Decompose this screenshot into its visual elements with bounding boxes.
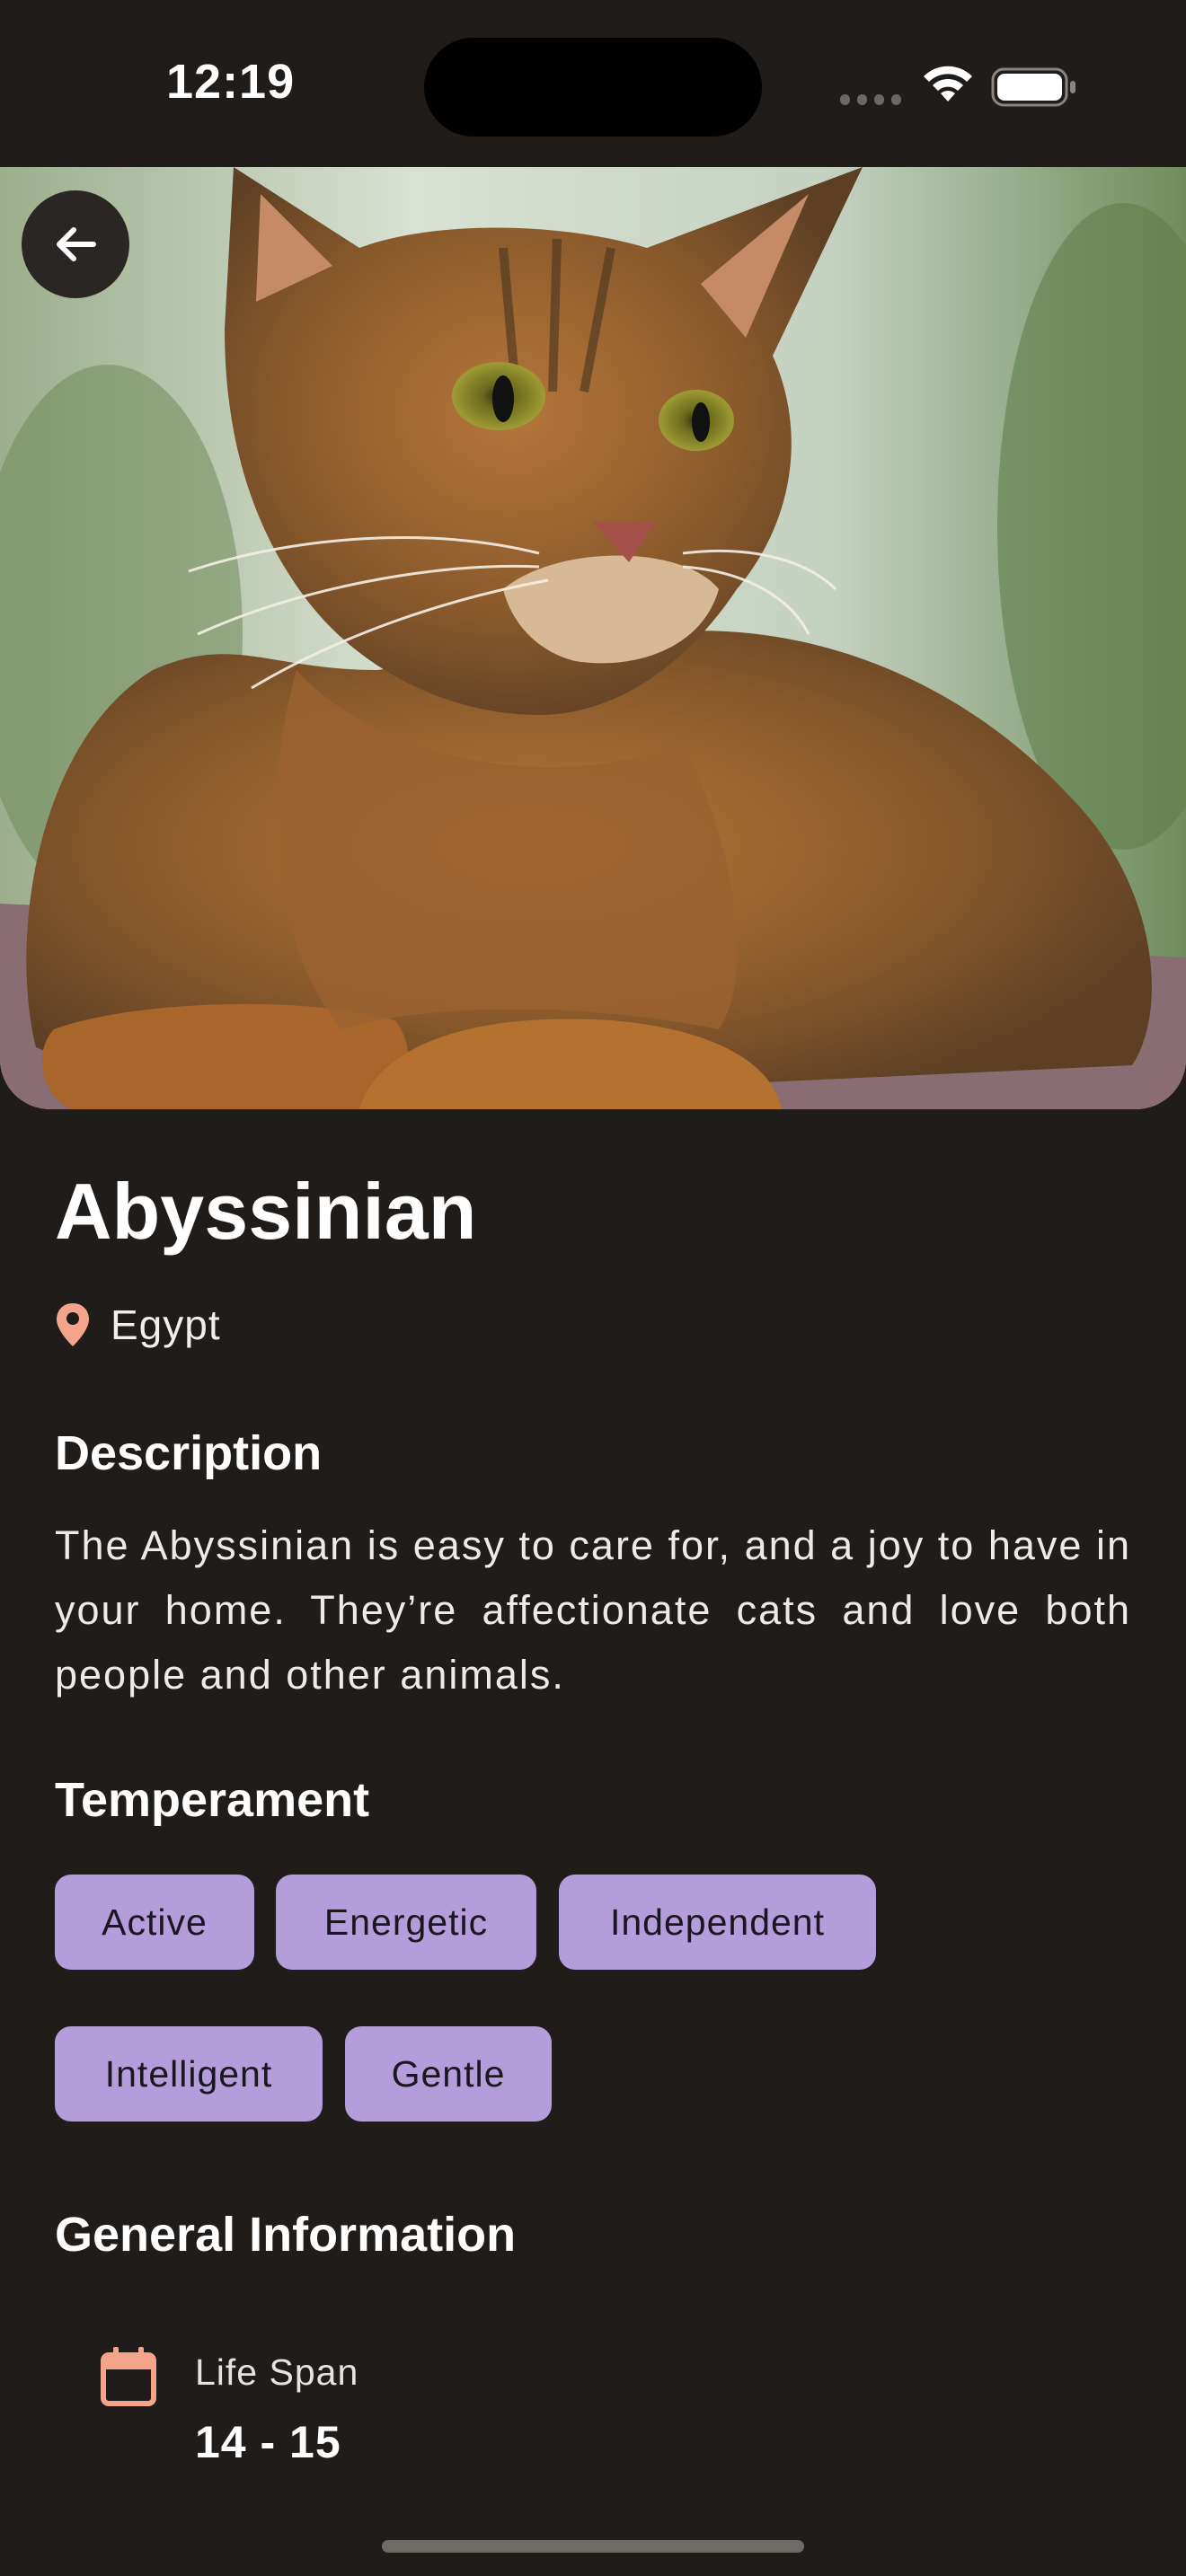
origin-label: Egypt [111, 1301, 221, 1348]
wifi-icon [924, 66, 972, 101]
temperament-chip-intelligent[interactable]: Intelligent [55, 2026, 323, 2122]
status-bar: 12:19 [0, 0, 1186, 167]
temperament-chip-active[interactable]: Active [55, 1875, 254, 1970]
status-time: 12:19 [166, 55, 296, 109]
dynamic-island [424, 38, 762, 137]
temperament-chip-independent[interactable]: Independent [559, 1875, 876, 1970]
back-button[interactable] [22, 190, 129, 298]
breed-name: Abyssinian [55, 1167, 477, 1256]
cat-photo [0, 167, 1186, 1109]
temperament-chip-gentle[interactable]: Gentle [345, 2026, 552, 2122]
cellular-signal-icon [840, 94, 901, 105]
description-heading: Description [55, 1426, 323, 1480]
home-indicator[interactable] [382, 2540, 804, 2553]
calendar-icon [101, 2347, 156, 2406]
general-information-heading: General Information [55, 2208, 517, 2262]
temperament-heading: Temperament [55, 1773, 370, 1827]
temperament-chip-energetic[interactable]: Energetic [276, 1875, 536, 1970]
breed-origin: Egypt [55, 1301, 221, 1349]
battery-icon [991, 67, 1075, 107]
location-pin-icon [57, 1303, 89, 1346]
life-span-value: 14 - 15 [195, 2417, 341, 2467]
life-span-label: Life Span [195, 2351, 359, 2393]
description-text: The Abyssinian is easy to care for, and … [55, 1522, 1131, 1698]
arrow-left-icon [57, 227, 96, 261]
breed-hero-image [0, 167, 1186, 1109]
life-span-row [99, 2344, 158, 2409]
